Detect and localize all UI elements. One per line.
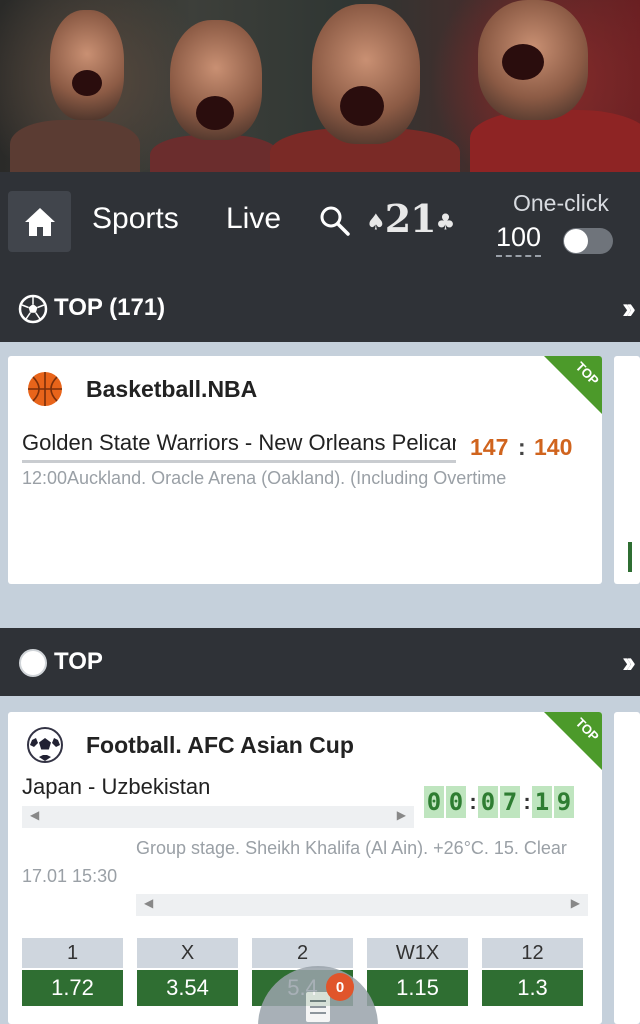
club-icon: ♣ — [435, 209, 456, 236]
odd-value: 1.72 — [22, 970, 123, 1006]
timer-digit: 1 — [532, 786, 552, 818]
odd-value: 1.3 — [482, 970, 583, 1006]
event-teams[interactable]: Golden State Warriors - New Orleans Peli… — [22, 430, 456, 463]
search-button[interactable] — [318, 204, 352, 238]
hero-banner — [0, 0, 640, 172]
odd-button-12[interactable]: 12 1.3 — [482, 938, 583, 1006]
soccer-ball-icon — [18, 294, 48, 324]
home-button[interactable] — [8, 191, 71, 252]
circle-icon — [19, 649, 47, 677]
odd-label: W1X — [367, 938, 468, 968]
event-teams[interactable]: Japan - Uzbekistan — [22, 774, 402, 800]
match-timer: 0 0 : 0 7 : 1 9 — [424, 786, 576, 818]
home-icon — [24, 207, 55, 236]
scroll-left-icon[interactable]: ◀ — [144, 896, 153, 910]
nav-sports-link[interactable]: Sports — [92, 202, 179, 236]
top-ribbon: TOP — [540, 356, 602, 418]
odd-label: 12 — [482, 938, 583, 968]
score-home: 147 — [470, 434, 509, 460]
game-21-link[interactable]: ♠21♣ — [366, 196, 456, 241]
game-21-label: 21 — [384, 196, 437, 241]
timer-digit: 7 — [500, 786, 520, 818]
double-chevron-right-icon[interactable]: ›› — [622, 292, 636, 326]
league-title: Football. AFC Asian Cup — [86, 732, 354, 758]
odd-button-w1x[interactable]: W1X 1.15 — [367, 938, 468, 1006]
scroll-right-icon[interactable]: ▶ — [397, 808, 406, 822]
document-icon — [306, 992, 330, 1022]
odd-label: 2 — [252, 938, 353, 968]
top-ribbon: TOP — [540, 712, 602, 774]
league-title: Basketball.NBA — [86, 376, 258, 402]
soccer-ball-icon — [27, 727, 63, 763]
double-chevron-right-icon[interactable]: ›› — [622, 646, 636, 680]
one-click-toggle[interactable] — [563, 228, 613, 254]
main-navbar: Sports Live ♠21♣ One-click 100 — [0, 172, 640, 274]
section-title: TOP — [54, 648, 103, 675]
odd-button-x[interactable]: X 3.54 — [137, 938, 238, 1006]
odd-value: 3.54 — [137, 970, 238, 1006]
section-header-top-171[interactable]: TOP (171) ›› — [0, 274, 640, 342]
timer-digit: 9 — [554, 786, 574, 818]
score-away: 140 — [534, 434, 573, 460]
event-info: 12:00Auckland. Oracle Arena (Oakland). (… — [22, 468, 507, 488]
event-info: Group stage. Sheikh Khalifa (Al Ain). +2… — [136, 838, 567, 858]
section-title: TOP (171) — [54, 294, 166, 321]
odd-label: 1 — [22, 938, 123, 968]
nav-live-link[interactable]: Live — [226, 202, 281, 236]
odd-value: 1.15 — [367, 970, 468, 1006]
search-icon — [320, 206, 350, 236]
betslip-count-badge: 0 — [326, 973, 354, 1001]
next-card-peek[interactable] — [614, 356, 640, 584]
info-scrollbar[interactable]: ◀ ▶ — [136, 894, 588, 916]
spade-icon: ♠ — [366, 209, 386, 236]
toggle-knob — [564, 229, 588, 253]
next-card-peek[interactable] — [614, 712, 640, 1024]
event-card-basketball[interactable]: TOP Basketball.NBA Golden State Warriors… — [8, 356, 602, 584]
basketball-icon — [28, 372, 62, 406]
odd-button-1[interactable]: 1 1.72 — [22, 938, 123, 1006]
event-datetime: 17.01 15:30 — [22, 866, 118, 886]
timer-digit: 0 — [446, 786, 466, 818]
scroll-left-icon[interactable]: ◀ — [30, 808, 39, 822]
odd-label: X — [137, 938, 238, 968]
score-separator: : — [518, 434, 526, 460]
scroll-right-icon[interactable]: ▶ — [571, 896, 580, 910]
teams-scrollbar[interactable]: ◀ ▶ — [22, 806, 414, 828]
timer-digit: 0 — [478, 786, 498, 818]
timer-digit: 0 — [424, 786, 444, 818]
timer-colon: : — [469, 789, 477, 814]
one-click-amount[interactable]: 100 — [496, 222, 542, 257]
timer-colon: : — [523, 789, 531, 814]
section-header-top[interactable]: TOP ›› — [0, 628, 640, 696]
one-click-label: One-click — [513, 190, 609, 216]
